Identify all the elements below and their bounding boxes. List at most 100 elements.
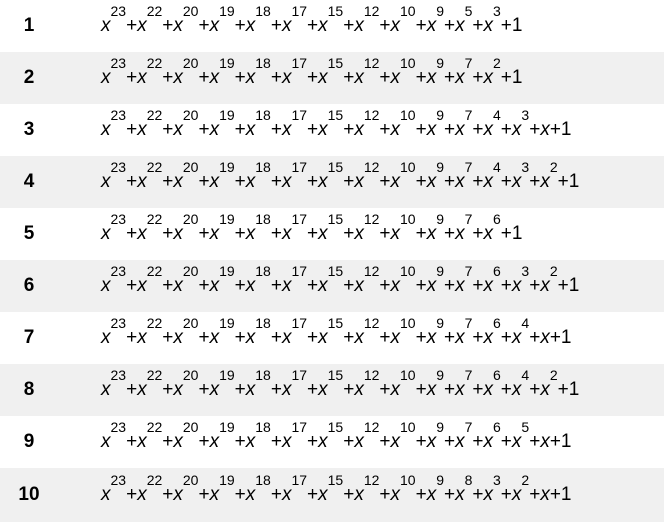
polynomial-term: x6 bbox=[484, 264, 501, 296]
term-variable: x bbox=[318, 275, 328, 296]
term-exponent: 17 bbox=[291, 2, 308, 19]
term-exponent: 2 bbox=[549, 262, 558, 279]
plus-sign: + bbox=[443, 223, 456, 244]
term-exponent: 18 bbox=[255, 314, 271, 331]
term-exponent: 12 bbox=[363, 471, 380, 488]
polynomial-term: x9 bbox=[427, 368, 444, 400]
term-variable: x bbox=[390, 484, 401, 505]
polynomial-term: x12 bbox=[354, 264, 379, 296]
polynomial-term: x18 bbox=[246, 368, 271, 400]
plus-sign: + bbox=[443, 379, 456, 400]
plus-sign: + bbox=[379, 327, 391, 348]
term-variable: x bbox=[209, 171, 220, 192]
polynomial-term: x10 bbox=[391, 4, 416, 36]
term-variable: x bbox=[455, 327, 465, 348]
plus-sign: + bbox=[126, 119, 138, 140]
term-exponent: 17 bbox=[291, 366, 308, 383]
plus-sign: + bbox=[162, 275, 174, 296]
polynomial-term: x12 bbox=[354, 473, 379, 505]
term-variable: x bbox=[390, 171, 401, 192]
term-exponent: 23 bbox=[110, 314, 127, 331]
polynomial-term: x20 bbox=[173, 264, 198, 296]
term-exponent: 9 bbox=[436, 2, 444, 19]
plus-sign: + bbox=[379, 171, 391, 192]
term-exponent: 12 bbox=[363, 158, 380, 175]
row-index: 4 bbox=[23, 171, 35, 192]
plus-sign: + bbox=[307, 431, 319, 452]
polynomial-term: x9 bbox=[427, 212, 444, 244]
term-exponent: 18 bbox=[255, 366, 271, 383]
plus-sign: + bbox=[500, 223, 512, 244]
plus-sign: + bbox=[198, 379, 210, 400]
term-variable: x bbox=[137, 15, 147, 36]
term-exponent: 18 bbox=[255, 54, 271, 71]
term-variable: x bbox=[209, 67, 220, 88]
plus-sign: + bbox=[500, 15, 512, 36]
polynomial-term: x23 bbox=[101, 108, 126, 140]
term-variable: x bbox=[137, 379, 147, 400]
plus-sign: + bbox=[198, 327, 210, 348]
term-variable: x bbox=[511, 119, 522, 140]
plus-sign: + bbox=[307, 379, 319, 400]
term-exponent: 10 bbox=[400, 210, 416, 227]
term-exponent: 19 bbox=[219, 471, 235, 488]
plus-sign: + bbox=[126, 327, 138, 348]
polynomial-term: x20 bbox=[173, 473, 198, 505]
polynomial-term: x19 bbox=[209, 108, 235, 140]
term-exponent: 2 bbox=[521, 471, 530, 488]
term-variable: x bbox=[101, 379, 111, 400]
polynomial-term: x10 bbox=[391, 56, 416, 88]
polynomial-term: x6 bbox=[484, 420, 501, 452]
plus-sign: + bbox=[126, 431, 138, 452]
term-variable: x bbox=[281, 223, 292, 244]
plus-sign: + bbox=[379, 379, 391, 400]
plus-sign: + bbox=[270, 171, 282, 192]
term-exponent: 22 bbox=[146, 158, 163, 175]
term-exponent: 6 bbox=[493, 314, 501, 331]
polynomial-term: x15 bbox=[318, 420, 343, 452]
term-constant: 1 bbox=[568, 275, 580, 296]
polynomial-term: x3 bbox=[511, 160, 529, 192]
plus-sign: + bbox=[234, 15, 246, 36]
plus-sign: + bbox=[162, 67, 174, 88]
table-row: 9 x23+x22+x20+x19+x18+x17+x15+x12+x10+x9+… bbox=[0, 416, 664, 468]
term-variable: x bbox=[511, 171, 522, 192]
polynomial-term: x12 bbox=[354, 160, 379, 192]
polynomial-term: x17 bbox=[282, 473, 307, 505]
plus-sign: + bbox=[472, 67, 484, 88]
polynomial-term: x15 bbox=[318, 160, 343, 192]
term-exponent: 23 bbox=[110, 106, 127, 123]
plus-sign: + bbox=[529, 431, 541, 452]
plus-sign: + bbox=[198, 15, 210, 36]
term-variable: x bbox=[173, 223, 183, 244]
polynomial-term: x19 bbox=[209, 160, 235, 192]
term-exponent: 5 bbox=[521, 418, 530, 435]
term-constant: 1 bbox=[560, 327, 572, 348]
term-variable: x bbox=[245, 275, 256, 296]
term-variable: x bbox=[245, 171, 256, 192]
plus-sign: + bbox=[415, 223, 427, 244]
term-exponent: 2 bbox=[549, 158, 558, 175]
polynomial-term: x19 bbox=[210, 212, 235, 244]
term-exponent: 15 bbox=[327, 366, 344, 383]
polynomial-term: x4 bbox=[484, 160, 501, 192]
term-variable: x bbox=[483, 119, 494, 140]
polynomial-term: 1 bbox=[569, 275, 580, 296]
plus-sign: + bbox=[198, 431, 210, 452]
term-exponent: 22 bbox=[146, 2, 163, 19]
term-variable: x bbox=[101, 484, 111, 505]
term-exponent: 23 bbox=[110, 262, 127, 279]
term-exponent: 15 bbox=[327, 471, 344, 488]
term-variable: x bbox=[354, 379, 364, 400]
term-variable: x bbox=[101, 171, 111, 192]
term-variable: x bbox=[209, 119, 220, 140]
term-exponent: 10 bbox=[400, 158, 416, 175]
polynomial-term: x10 bbox=[391, 316, 416, 348]
term-exponent: 18 bbox=[255, 471, 271, 488]
polynomial: x23+x22+x20+x19+x18+x17+x15+x12+x10+x9+x… bbox=[101, 160, 579, 193]
plus-sign: + bbox=[549, 431, 561, 452]
plus-sign: + bbox=[500, 327, 512, 348]
term-variable: x bbox=[511, 484, 522, 505]
term-variable: x bbox=[426, 171, 437, 192]
plus-sign: + bbox=[529, 275, 541, 296]
